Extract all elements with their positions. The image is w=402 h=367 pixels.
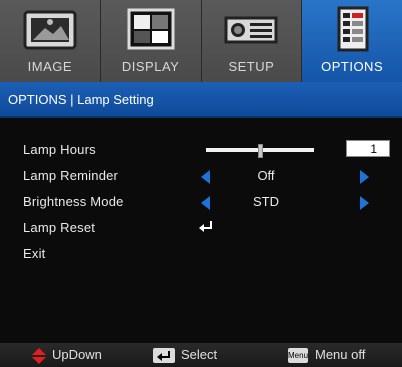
tab-label: IMAGE (27, 59, 73, 74)
tab-image[interactable]: IMAGE (0, 0, 101, 82)
right-arrow-icon[interactable] (360, 196, 369, 210)
updown-hint: UpDown (52, 347, 102, 362)
lamp-reminder-value: Off (257, 168, 275, 183)
select-hint: Select (181, 347, 218, 362)
menu-item-label: Exit (23, 246, 46, 261)
options-icon (337, 6, 369, 52)
left-arrow-icon[interactable] (201, 170, 210, 184)
tab-display[interactable]: DISPLAY (100, 0, 202, 82)
tab-options[interactable]: OPTIONS (302, 0, 402, 82)
menu-item-label: Lamp Reset (23, 220, 96, 235)
breadcrumb: OPTIONS | Lamp Setting (0, 82, 402, 118)
menu-key-icon: Menu (288, 348, 308, 363)
brightness-mode-value: STD (253, 194, 279, 209)
projector-icon (224, 16, 278, 44)
menu-item-lamp-hours[interactable]: Lamp Hours 1 (0, 140, 402, 162)
menu-item-brightness-mode[interactable]: Brightness Mode STD (0, 192, 402, 214)
tab-setup[interactable]: SETUP (201, 0, 303, 82)
osd-menu: IMAGE DISPLAY SETUP OPTIONS OPTIONS | La… (0, 0, 402, 367)
left-arrow-icon[interactable] (201, 196, 210, 210)
menu-item-exit[interactable]: Exit (0, 244, 402, 266)
menu-item-lamp-reset[interactable]: Lamp Reset (0, 218, 402, 240)
display-icon (127, 8, 175, 50)
tab-label: DISPLAY (121, 59, 180, 74)
updown-icon (32, 348, 46, 364)
menu-list: Lamp Hours 1 Lamp Reminder Off Brightnes… (0, 118, 402, 343)
lamp-hours-value: 1 (346, 140, 390, 157)
menu-item-label: Lamp Reminder (23, 168, 119, 183)
enter-icon[interactable] (198, 220, 214, 234)
right-arrow-icon[interactable] (360, 170, 369, 184)
menu-off-hint: Menu off (315, 347, 366, 362)
menu-item-lamp-reminder[interactable]: Lamp Reminder Off (0, 166, 402, 188)
menu-item-label: Lamp Hours (23, 142, 96, 157)
tab-label: SETUP (228, 59, 275, 74)
tab-label: OPTIONS (321, 59, 384, 74)
slider-thumb[interactable] (258, 144, 263, 158)
footer-hints: UpDown Select Menu Menu off (0, 343, 402, 367)
tab-bar: IMAGE DISPLAY SETUP OPTIONS (0, 0, 402, 82)
enter-key-icon (153, 348, 175, 363)
image-icon (23, 10, 77, 50)
menu-item-label: Brightness Mode (23, 194, 124, 209)
